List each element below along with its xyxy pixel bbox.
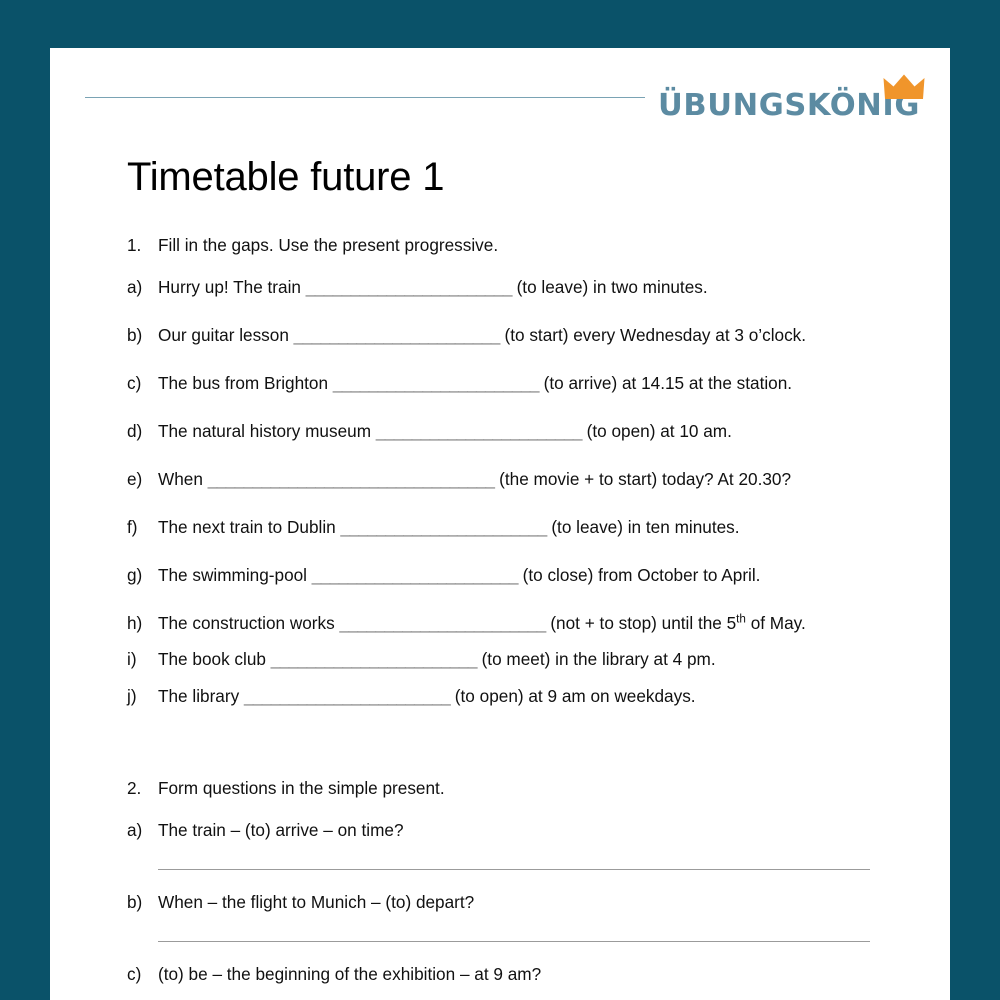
item-j: j) The library _______________________ (…	[50, 684, 950, 709]
item-marker: j)	[127, 686, 137, 707]
item-g: g) The swimming-pool ___________________…	[50, 563, 950, 588]
item-text: The bus from Brighton __________________…	[158, 371, 930, 396]
fill-in-blank[interactable]: _______________________	[340, 613, 547, 633]
item-marker: h)	[127, 612, 143, 633]
question-a: a) The train – (to) arrive – on time?	[50, 818, 950, 843]
item-suffix: (the movie + to start) today? At 20.30?	[494, 468, 792, 489]
item-text: The next train to Dublin _______________…	[158, 515, 930, 540]
fill-in-blank[interactable]: _______________________	[271, 649, 478, 669]
item-prefix: The next train to Dublin	[158, 516, 341, 537]
item-text: The natural history museum _____________…	[158, 419, 930, 444]
item-suffix: (to open) at 9 am on weekdays.	[450, 686, 696, 707]
item-marker: a)	[127, 276, 143, 297]
question-b: b) When – the flight to Munich – (to) de…	[50, 890, 950, 915]
item-marker: c)	[127, 372, 142, 393]
header-rule	[85, 97, 645, 98]
item-suffix: (to start) every Wednesday at 3 o’clock.	[499, 324, 807, 345]
item-text: Hurry up! The train ____________________…	[158, 275, 930, 300]
exercise-1-instruction: 1. Fill in the gaps. Use the present pro…	[50, 233, 950, 258]
item-h: h) The construction works ______________…	[50, 611, 950, 636]
item-suffix: (to leave) in ten minutes.	[546, 516, 740, 537]
crown-icon	[883, 74, 925, 100]
exercise-instruction-text: Form questions in the simple present.	[158, 778, 445, 799]
item-a: a) Hurry up! The train _________________…	[50, 275, 950, 300]
item-suffix: (to meet) in the library at 4 pm.	[476, 649, 716, 670]
item-text: The train – (to) arrive – on time?	[158, 820, 404, 841]
item-marker: f)	[127, 516, 138, 537]
ordinal-suffix: th	[736, 611, 746, 625]
exercise-2-instruction: 2. Form questions in the simple present.	[50, 776, 950, 801]
item-prefix: The natural history museum	[158, 420, 376, 441]
item-suffix-second: of May.	[745, 612, 806, 633]
item-marker: b)	[127, 892, 143, 913]
item-prefix: When	[158, 468, 208, 489]
item-b: b) Our guitar lesson ___________________…	[50, 323, 950, 348]
item-prefix: The construction works	[158, 612, 340, 633]
item-text: The book club _______________________ (t…	[158, 647, 930, 672]
item-c: c) The bus from Brighton _______________…	[50, 371, 950, 396]
item-prefix: Our guitar lesson	[158, 324, 294, 345]
item-prefix: The book club	[158, 649, 271, 670]
fill-in-blank[interactable]: _______________________	[340, 517, 547, 537]
item-i: i) The book club _______________________…	[50, 647, 950, 672]
item-marker: e)	[127, 468, 143, 489]
item-text: When ________________________________ (t…	[158, 467, 930, 492]
item-f: f) The next train to Dublin ____________…	[50, 515, 950, 540]
item-prefix: Hurry up! The train	[158, 276, 306, 297]
item-marker: g)	[127, 564, 143, 585]
item-text: Our guitar lesson ______________________…	[158, 323, 930, 348]
answer-line-b[interactable]	[158, 941, 870, 943]
fill-in-blank[interactable]: _______________________	[306, 277, 513, 297]
answer-line-a[interactable]	[158, 869, 870, 871]
worksheet-body: 1. Fill in the gaps. Use the present pro…	[50, 233, 950, 987]
item-text: The swimming-pool ______________________…	[158, 563, 930, 588]
logo-wordmark: ÜBUNGSKÖNIG	[658, 88, 921, 123]
ubungskonig-logo: ÜBUNGSKÖNIG	[650, 74, 925, 126]
item-marker: i)	[127, 649, 137, 670]
item-marker: c)	[127, 964, 142, 985]
item-text: When – the flight to Munich – (to) depar…	[158, 892, 475, 913]
item-suffix: (to leave) in two minutes.	[511, 276, 708, 297]
fill-in-blank[interactable]: _______________________	[376, 421, 583, 441]
item-text: (to) be – the beginning of the exhibitio…	[158, 964, 542, 985]
worksheet-header: ÜBUNGSKÖNIG	[50, 48, 950, 126]
item-prefix: The bus from Brighton	[158, 372, 333, 393]
fill-in-blank[interactable]: _______________________	[333, 373, 540, 393]
exercise-instruction-text: Fill in the gaps. Use the present progre…	[158, 235, 499, 255]
item-marker: a)	[127, 820, 143, 841]
item-text: The library _______________________ (to …	[158, 684, 930, 709]
exercise-number: 1.	[127, 235, 142, 255]
fill-in-blank[interactable]: _______________________	[244, 686, 451, 706]
question-c: c) (to) be – the beginning of the exhibi…	[50, 962, 950, 987]
item-text: The construction works _________________…	[158, 611, 930, 636]
item-suffix: (to close) from October to April.	[517, 564, 761, 585]
fill-in-blank[interactable]: _______________________	[294, 325, 501, 345]
item-marker: b)	[127, 324, 143, 345]
page-title: Timetable future 1	[127, 155, 445, 199]
fill-in-blank[interactable]: ________________________________	[208, 469, 495, 489]
item-d: d) The natural history museum __________…	[50, 419, 950, 444]
exercise-number: 2.	[127, 778, 142, 799]
item-suffix-first: (not + to stop) until the 5	[545, 612, 737, 633]
item-marker: d)	[127, 420, 143, 441]
item-suffix: (to open) at 10 am.	[581, 420, 732, 441]
item-e: e) When ________________________________…	[50, 467, 950, 492]
fill-in-blank[interactable]: _______________________	[312, 565, 519, 585]
item-suffix: (to arrive) at 14.15 at the station.	[538, 372, 793, 393]
item-prefix: The swimming-pool	[158, 564, 312, 585]
worksheet-page: ÜBUNGSKÖNIG Timetable future 1 1. Fill i…	[50, 48, 950, 1000]
item-prefix: The library	[158, 686, 244, 707]
